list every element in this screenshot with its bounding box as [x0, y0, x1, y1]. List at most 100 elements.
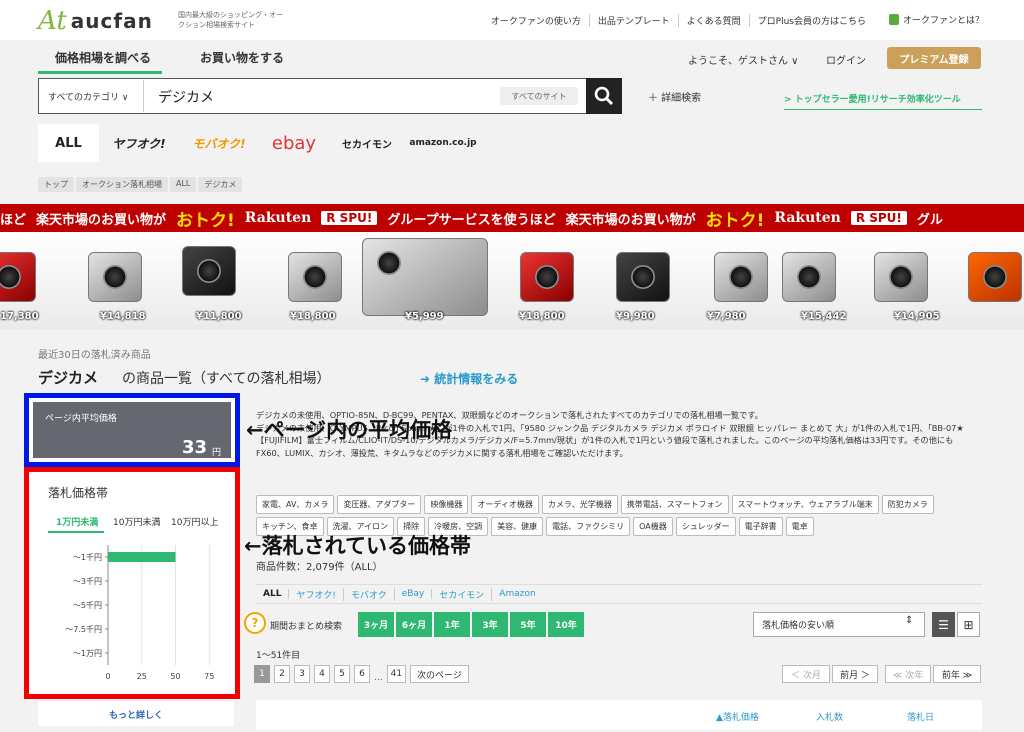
banner-price: ¥14,818 — [100, 311, 146, 322]
sort-select[interactable]: 落札価格の安い順 — [753, 612, 925, 637]
site-select[interactable]: すべてのサイト — [500, 87, 578, 105]
col-date[interactable]: 落札日 — [907, 710, 934, 723]
search-button[interactable] — [586, 78, 622, 114]
band-tab-underline — [48, 531, 104, 533]
page-3[interactable]: 3 — [294, 665, 310, 683]
page-41[interactable]: 41 — [386, 665, 407, 683]
next-year-button[interactable]: ≪ 次年 — [885, 665, 931, 683]
camera-image — [0, 252, 36, 302]
link-proplus[interactable]: プロPlus会員の方はこちら — [750, 14, 874, 27]
period-10y-button[interactable]: 10年 — [548, 612, 584, 637]
topseller-tool-link[interactable]: > トップセラー愛用!リサーチ効率化ツール — [784, 92, 982, 110]
col-price[interactable]: ▲落札価格 — [716, 710, 759, 723]
next-month-button[interactable]: ＜ 次月 — [782, 665, 830, 683]
crumb-auction[interactable]: オークション落札相場 — [76, 177, 168, 192]
camera-image — [182, 246, 236, 296]
link-listing-template[interactable]: 出品テンプレート — [590, 14, 679, 27]
list-view-icon[interactable]: ☰ — [932, 612, 955, 637]
next-page-button[interactable]: 次のページ — [410, 665, 469, 683]
crumb-top[interactable]: トップ — [38, 177, 74, 192]
category-tag[interactable]: 携帯電話、スマートフォン — [620, 495, 729, 514]
page-6[interactable]: 6 — [354, 665, 370, 683]
chart-x-tick: 50 — [170, 672, 180, 679]
filter-amazon[interactable]: Amazon — [492, 589, 542, 599]
login-link[interactable]: ログイン — [826, 52, 866, 67]
about-link[interactable]: オークファンとは？ — [888, 13, 984, 26]
period-6m-button[interactable]: 6ヶ月 — [396, 612, 432, 637]
camera-image — [362, 238, 488, 316]
page-5[interactable]: 5 — [334, 665, 350, 683]
page-1[interactable]: 1 — [254, 665, 270, 683]
category-tag[interactable]: シュレッダー — [675, 517, 736, 536]
category-tag[interactable]: カメラ、光学機器 — [541, 495, 618, 514]
band-tab-under-10k[interactable]: 1万円未満 — [56, 515, 98, 528]
site-tab-yahuoku[interactable]: ヤフオク! — [99, 124, 179, 162]
site-tabs: ALL ヤフオク! モバオク! ebay セカイモン amazon.co.jp — [38, 124, 481, 162]
welcome-guest[interactable]: ようこそ、ゲストさん ∨ — [688, 52, 799, 67]
prev-year-button[interactable]: 前年 ≫ — [933, 665, 981, 683]
search-icon — [594, 86, 614, 106]
page-4[interactable]: 4 — [314, 665, 330, 683]
category-tag[interactable]: 電卓 — [785, 517, 814, 536]
link-faq[interactable]: よくある質問 — [679, 14, 750, 27]
site-tab-all[interactable]: ALL — [38, 124, 99, 162]
site-tab-amazon[interactable]: amazon.co.jp — [405, 124, 481, 162]
search-input[interactable]: デジカメ — [158, 87, 214, 107]
rakuten-banner[interactable]: ほど 楽天市場のお買い物が おトク! Rakuten R SPU! グループサー… — [0, 204, 1024, 232]
filter-ebay[interactable]: eBay — [395, 589, 433, 599]
period-3m-button[interactable]: 3ヶ月 — [358, 612, 394, 637]
category-tag[interactable]: 映像機器 — [424, 495, 469, 514]
col-bids[interactable]: 入札数 — [816, 710, 843, 723]
nav-bar — [0, 40, 1024, 74]
banner-price: ¥15,442 — [801, 311, 847, 322]
filter-mobaoku[interactable]: モバオク — [344, 587, 395, 601]
category-tag[interactable]: 電子辞書 — [738, 517, 783, 536]
help-icon[interactable]: ? — [244, 612, 266, 634]
category-tag[interactable]: 防犯カメラ — [881, 495, 934, 514]
camera-image — [88, 252, 142, 302]
banner-text-pre: ほど — [0, 212, 27, 228]
banner-text-3: 楽天市場のお買い物が — [565, 212, 696, 228]
link-how-to-use[interactable]: オークファンの使い方 — [483, 14, 590, 27]
category-tag[interactable]: 美容、健康 — [491, 517, 544, 536]
camera-image — [874, 252, 928, 302]
period-5y-button[interactable]: 5年 — [510, 612, 546, 637]
filter-all[interactable]: ALL — [256, 589, 290, 599]
period-3y-button[interactable]: 3年 — [472, 612, 508, 637]
prev-month-button[interactable]: 前月 ＞ — [832, 665, 878, 683]
category-tag[interactable]: 家電、AV、カメラ — [256, 495, 335, 514]
chart-bar[interactable] — [108, 552, 176, 562]
tab-shopping[interactable]: お買い物をする — [200, 49, 284, 66]
category-tag[interactable]: OA機器 — [633, 517, 673, 536]
category-tag[interactable]: 変圧器、アダプター — [337, 495, 422, 514]
category-select[interactable]: すべてのカテゴリ ∨ — [40, 80, 144, 112]
site-tab-mobaoku[interactable]: モバオク! — [179, 124, 259, 162]
avg-price-value: 33 — [182, 437, 208, 458]
more-details-link[interactable]: もっと詳しく — [38, 702, 234, 726]
stats-link[interactable]: ➜ 統計情報をみる — [420, 370, 518, 387]
category-tag[interactable]: 電話、ファクシミリ — [546, 517, 631, 536]
category-tag[interactable]: オーディオ機器 — [471, 495, 539, 514]
site-tab-ebay[interactable]: ebay — [259, 124, 329, 162]
category-tag[interactable]: スマートウォッチ、ウェアラブル端末 — [731, 495, 879, 514]
crumb-all[interactable]: ALL — [170, 177, 197, 192]
band-tab-over-100k[interactable]: 10万円以上 — [171, 515, 218, 528]
page-2[interactable]: 2 — [274, 665, 290, 683]
page-title: デジカメ — [38, 369, 99, 387]
filter-sekaimon[interactable]: セカイモン — [432, 587, 493, 601]
grid-view-icon[interactable]: ⊞ — [957, 612, 980, 637]
period-1y-button[interactable]: 1年 — [434, 612, 470, 637]
premium-signup-button[interactable]: プレミアム登録 — [887, 47, 981, 69]
camera-image — [616, 252, 670, 302]
about-label: オークファンとは？ — [902, 16, 984, 26]
band-tab-under-100k[interactable]: 10万円未満 — [113, 515, 160, 528]
filter-yahuoku[interactable]: ヤフオク! — [289, 587, 344, 601]
annotation-avg-price: ←ページ内の平均価格 — [246, 418, 453, 442]
tab-price-research[interactable]: 価格相場を調べる — [55, 49, 151, 66]
site-tab-sekaimon[interactable]: セカイモン — [329, 124, 405, 162]
camera-banner[interactable] — [0, 232, 1024, 330]
banner-price: ¥5,999 — [405, 311, 444, 322]
aucfan-logo[interactable]: At aucfan — [38, 8, 153, 34]
pagination: 1 2 3 4 5 6 ... 41 次のページ — [254, 665, 469, 683]
detail-search-link[interactable]: ＋ 詳細検索 — [648, 89, 701, 104]
